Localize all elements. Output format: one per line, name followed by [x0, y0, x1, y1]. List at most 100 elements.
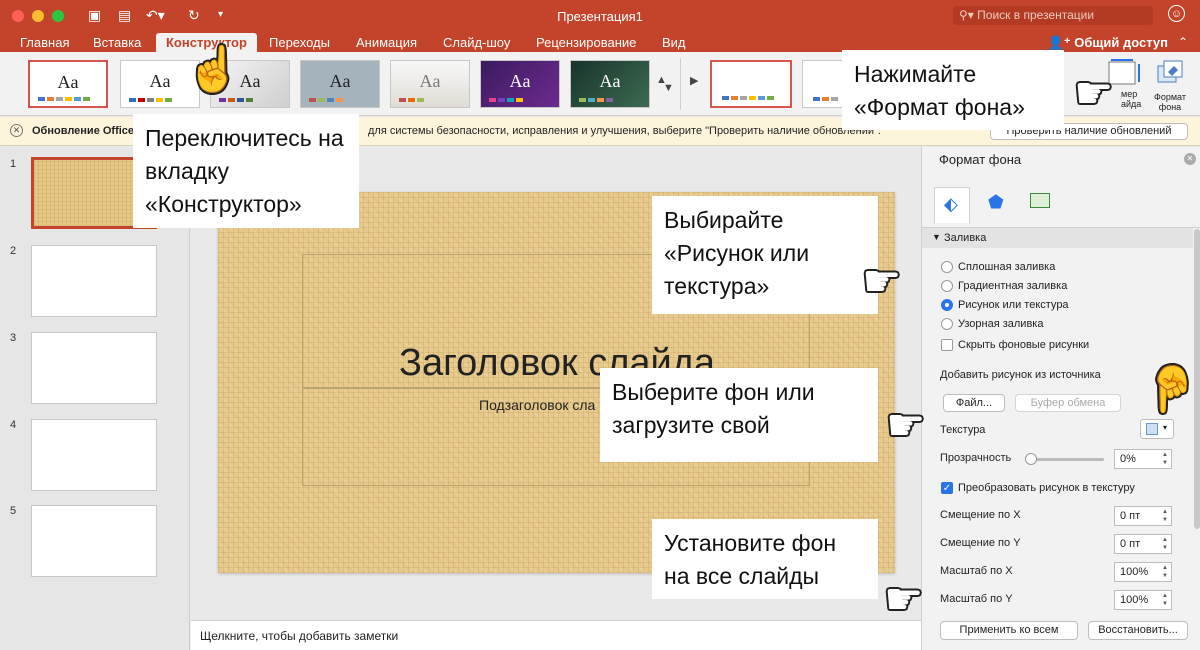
section-label: Заливка	[944, 232, 987, 244]
notification-title: Обновление Office	[32, 125, 135, 137]
scale-y-input[interactable]: 100% ▲ ▼	[1114, 590, 1172, 610]
hide-bg-graphics-checkbox[interactable]	[941, 339, 953, 351]
variants-scroll-icon[interactable]: ▶	[688, 60, 702, 108]
chevron-down-icon: ▾	[1163, 423, 1168, 432]
slide-size-label[interactable]: мер айда	[1121, 89, 1145, 109]
texture-picker[interactable]: ▾	[1140, 419, 1174, 439]
scale-x-input[interactable]: 100% ▲ ▼	[1114, 562, 1172, 582]
option-label: Узорная заливка	[958, 318, 1044, 330]
tab-animations[interactable]: Анимация	[356, 33, 417, 52]
notification-text: для системы безопасности, исправления и …	[368, 125, 881, 137]
variant-swatches	[722, 96, 774, 100]
collapse-ribbon-icon[interactable]: ⌃	[1178, 33, 1188, 52]
dismiss-notification-icon[interactable]: ✕	[10, 124, 23, 137]
tab-transitions[interactable]: Переходы	[269, 33, 330, 52]
slide-number: 2	[10, 245, 17, 257]
pointing-hand-icon: ☛	[862, 257, 902, 306]
theme-label: Aa	[329, 71, 351, 91]
transparency-slider-thumb[interactable]	[1025, 453, 1037, 465]
transparency-input[interactable]: 0% ▲ ▼	[1114, 449, 1172, 469]
notes-pane[interactable]: Щелкните, чтобы добавить заметки	[191, 620, 921, 650]
slide-thumbnail-2[interactable]	[31, 245, 157, 317]
stepper-arrows-icon[interactable]: ▲ ▼	[1162, 508, 1168, 524]
slide-number: 3	[10, 332, 17, 344]
tile-texture-checkbox[interactable]: ✓	[941, 482, 953, 494]
apply-to-all-button[interactable]: Применить ко всем	[940, 621, 1078, 640]
stepper-arrows-icon[interactable]: ▲ ▼	[1162, 536, 1168, 552]
offset-y-label: Смещение по Y	[940, 537, 1021, 549]
option-label: Сплошная заливка	[958, 261, 1056, 273]
theme-6[interactable]: Aa	[480, 60, 560, 108]
transparency-label: Прозрачность	[940, 452, 1012, 464]
picture-tab-icon[interactable]	[1030, 193, 1050, 208]
theme-5[interactable]: Aa	[390, 60, 470, 108]
tab-home[interactable]: Главная	[20, 33, 69, 52]
variant-1[interactable]	[710, 60, 792, 108]
share-button[interactable]: 👤⁺ Общий доступ	[1048, 33, 1168, 52]
tab-insert[interactable]: Вставка	[93, 33, 141, 52]
effects-pentagon-icon[interactable]: ⬟	[988, 192, 1004, 213]
callout-format-background: Нажимайте «Формат фона»	[842, 50, 1064, 130]
theme-label: Aa	[57, 72, 79, 92]
offset-x-value: 0 пт	[1120, 510, 1141, 522]
clipboard-button[interactable]: Буфер обмена	[1015, 394, 1121, 412]
pointing-hand-icon: ☝	[1144, 364, 1199, 413]
stepper-arrows-icon[interactable]: ▲ ▼	[1162, 451, 1168, 467]
texture-label: Текстура	[940, 424, 986, 436]
transparency-slider[interactable]	[1028, 458, 1104, 461]
smile-feedback-icon[interactable]: ☺	[1168, 5, 1185, 22]
stepper-arrows-icon[interactable]: ▲ ▼	[1162, 592, 1168, 608]
slide-number: 5	[10, 505, 17, 517]
offset-y-input[interactable]: 0 пт ▲ ▼	[1114, 534, 1172, 554]
theme-4[interactable]: Aa	[300, 60, 380, 108]
fill-tab[interactable]: ⬖	[934, 187, 970, 223]
slide-thumbnail-3[interactable]	[31, 332, 157, 404]
slide-thumbnail-4[interactable]	[31, 419, 157, 491]
radio-picture-texture-fill[interactable]	[941, 299, 953, 311]
radio-solid-fill[interactable]	[941, 261, 953, 273]
file-button[interactable]: Файл...	[943, 394, 1005, 412]
format-background-button[interactable]: Формат фона	[1145, 92, 1195, 112]
search-input[interactable]: ⚲▾ Поиск в презентации	[953, 6, 1153, 25]
search-icon: ⚲▾	[959, 8, 978, 22]
tab-slideshow[interactable]: Слайд-шоу	[443, 33, 510, 52]
pointing-hand-icon: ☛	[884, 575, 924, 624]
tile-label: Преобразовать рисунок в текстуру	[958, 482, 1135, 494]
reset-background-button[interactable]: Восстановить...	[1088, 621, 1188, 640]
variant-2[interactable]	[802, 60, 842, 108]
theme-swatches	[129, 98, 172, 102]
theme-office[interactable]: Aa	[28, 60, 108, 108]
texture-swatch-icon	[1146, 423, 1158, 435]
stepper-arrows-icon[interactable]: ▲ ▼	[1162, 564, 1168, 580]
close-pane-icon[interactable]: ✕	[1184, 153, 1196, 165]
variant-swatches	[813, 97, 838, 101]
fill-section-header[interactable]: ▼ Заливка	[922, 228, 1193, 248]
pointing-hand-icon: ☛	[1074, 69, 1114, 118]
offset-x-label: Смещение по X	[940, 509, 1021, 521]
share-label: Общий доступ	[1074, 35, 1168, 50]
offset-x-input[interactable]: 0 пт ▲ ▼	[1114, 506, 1172, 526]
scale-y-value: 100%	[1120, 594, 1149, 606]
search-placeholder: Поиск в презентации	[977, 8, 1095, 22]
slide-subtitle[interactable]: Подзаголовок сла	[479, 397, 595, 413]
theme-swatches	[399, 98, 424, 102]
radio-pattern-fill[interactable]	[941, 318, 953, 330]
theme-7[interactable]: Aa	[570, 60, 650, 108]
theme-swatches	[38, 97, 90, 101]
add-person-icon: 👤⁺	[1047, 35, 1075, 50]
tab-review[interactable]: Рецензирование	[536, 33, 636, 52]
ribbon-divider	[680, 58, 681, 110]
tab-view[interactable]: Вид	[662, 33, 686, 52]
callout-picture-texture: Выбирайте «Рисунок или текстура»	[652, 196, 878, 314]
format-background-icon[interactable]	[1155, 58, 1185, 88]
title-bar: ▣ ▤ ↶▾ ↻ ▾ Презентация1 ⚲▾ Поиск в презе…	[0, 0, 1200, 30]
option-label: Градиентная заливка	[958, 280, 1068, 292]
slide-thumbnail-5[interactable]	[31, 505, 157, 577]
theme-label: Aa	[419, 71, 441, 91]
radio-gradient-fill[interactable]	[941, 280, 953, 292]
pointing-hand-icon: ☛	[886, 401, 926, 450]
notes-placeholder: Щелкните, чтобы добавить заметки	[200, 629, 399, 643]
callout-apply-all: Установите фон на все слайды	[652, 519, 878, 599]
theme-label: Aa	[599, 71, 621, 91]
theme-label: Aa	[509, 71, 531, 91]
